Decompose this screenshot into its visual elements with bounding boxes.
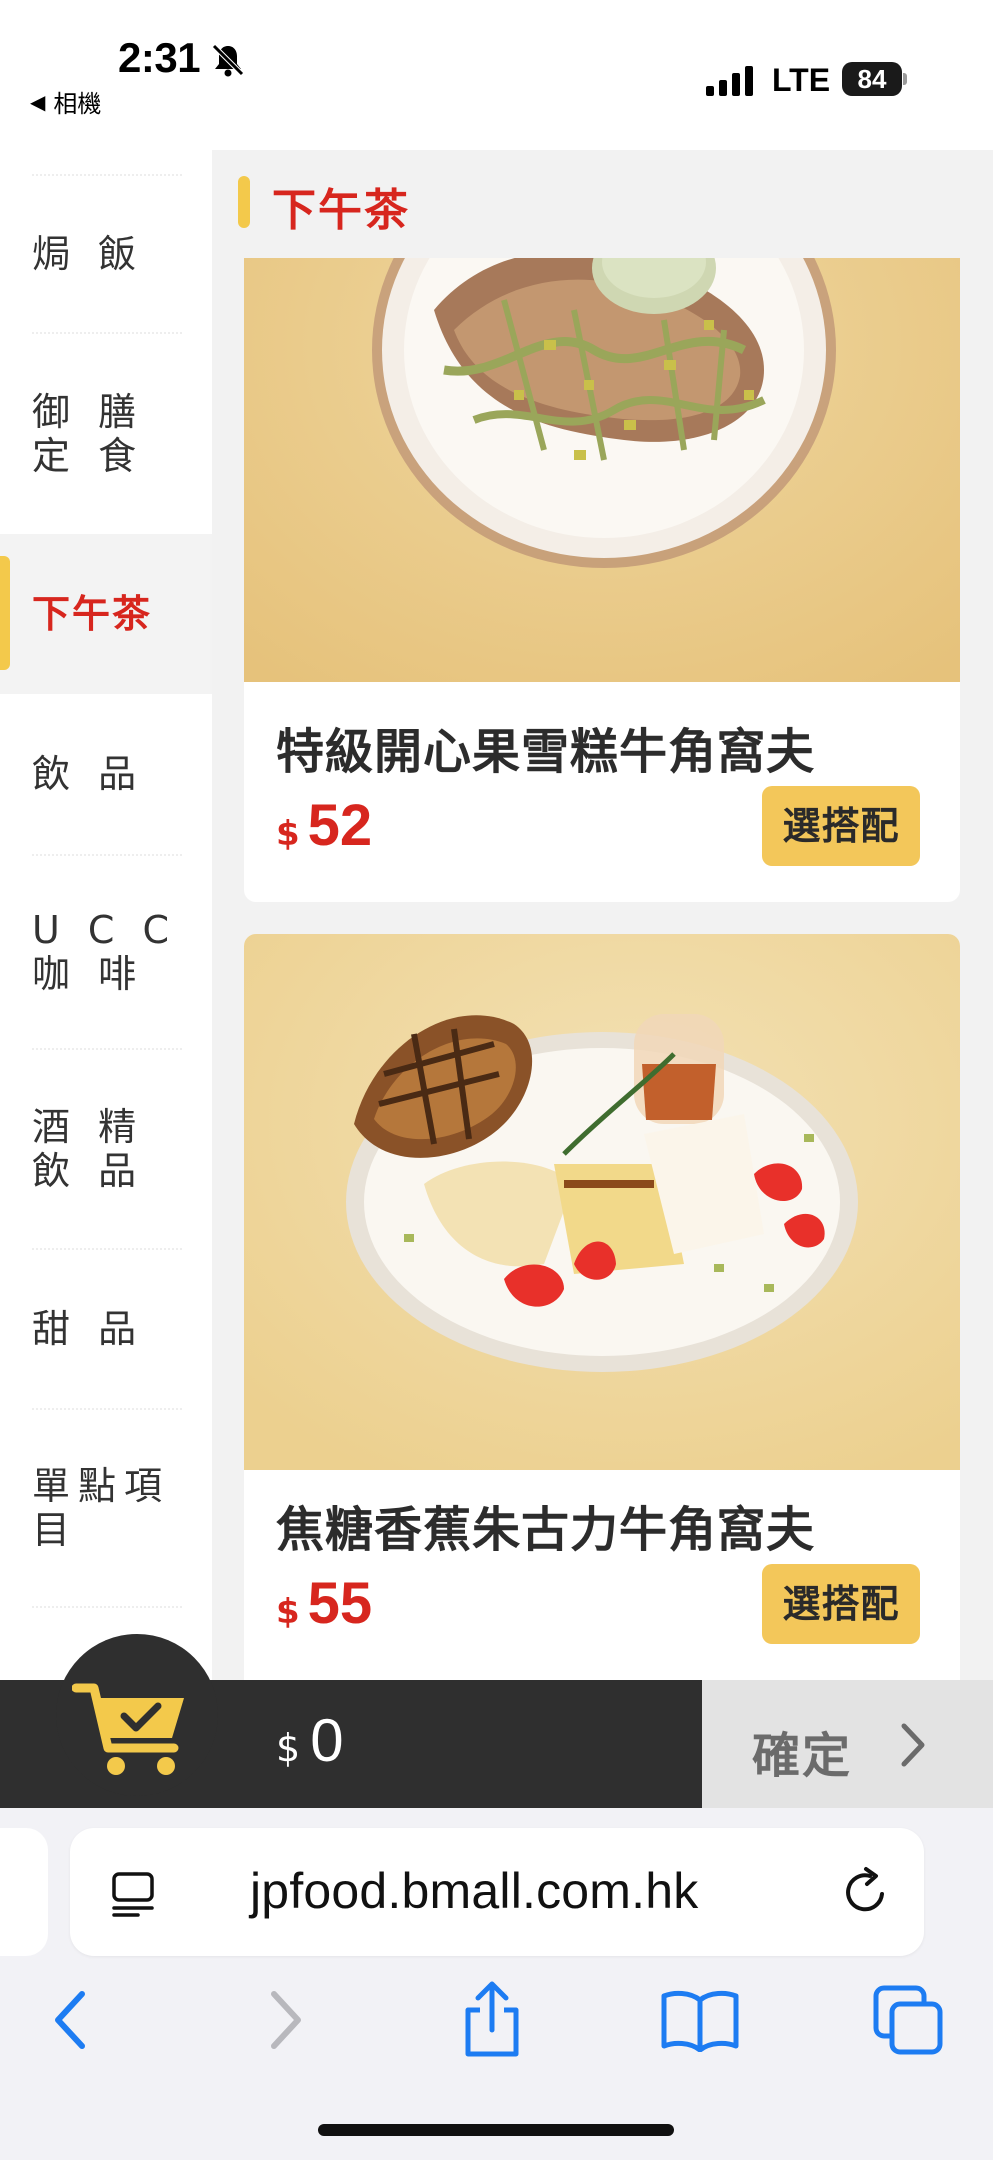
active-indicator (0, 556, 10, 670)
previous-tab-preview[interactable] (0, 1828, 48, 1956)
status-time: 2:31 (118, 34, 201, 81)
sidebar-item-a-la-carte[interactable]: 單點項 目 (0, 1410, 212, 1606)
product-card[interactable]: 特級開心果雪糕牛角窩夫 $ 52 選搭配 (244, 150, 960, 902)
home-indicator[interactable] (318, 2124, 674, 2136)
reload-icon[interactable] (840, 1866, 892, 1918)
sidebar-item-ucc-coffee[interactable]: U C C 咖 啡 (0, 856, 212, 1048)
section-accent-bar (238, 176, 250, 228)
price-currency: $ (276, 814, 300, 854)
price-currency: $ (276, 1592, 300, 1632)
tabs-button[interactable] (868, 1980, 948, 2060)
chevron-right-icon (901, 1723, 925, 1767)
product-name[interactable]: 特級開心果雪糕牛角窩夫 (276, 712, 815, 782)
sidebar-item-baked-rice[interactable]: 焗 飯 (0, 176, 212, 332)
product-card[interactable]: 焦糖香蕉朱古力牛角窩夫 $ 55 選搭配 (244, 934, 960, 1680)
address-bar[interactable]: jpfood.bmall.com.hk (70, 1828, 924, 1956)
sidebar-item-label: 焗 飯 (32, 232, 145, 276)
share-icon (465, 1981, 519, 2057)
sidebar-item-drinks[interactable]: 飲 品 (0, 694, 212, 854)
product-price: $ 55 (276, 1570, 372, 1637)
product-list[interactable]: 下午茶 特級開心果雪糕牛角窩夫 $ 52 選搭配 焦糖香蕉朱古力牛角窩夫 $ 5… (212, 150, 993, 1680)
back-arrow-icon (55, 1991, 85, 2049)
sidebar-item-alcoholic-drinks[interactable]: 酒 精 飲 品 (0, 1050, 212, 1248)
product-name[interactable]: 焦糖香蕉朱古力牛角窩夫 (276, 1490, 815, 1560)
battery-level: 84 (842, 62, 902, 96)
tabs-icon (873, 1985, 943, 2055)
section-title: 下午茶 (272, 185, 410, 236)
forward-button[interactable] (246, 1980, 326, 2060)
battery-cap (903, 73, 907, 85)
sidebar-divider (32, 1606, 182, 1608)
status-bar: 2:31 ◀ 相機 LTE 84 (0, 0, 993, 150)
cart-total-value: 0 (310, 1707, 344, 1774)
bookmarks-icon (661, 1990, 739, 2052)
product-price: $ 52 (276, 792, 372, 859)
browser-nav-row (0, 1980, 993, 2080)
reader-icon[interactable] (108, 1868, 158, 1918)
sidebar-item-label: 御 膳 定 食 (32, 390, 145, 478)
confirm-label: 確定 (752, 1728, 853, 1784)
cart-total-currency: $ (276, 1726, 301, 1770)
signal-icon (706, 66, 753, 96)
back-app-label: 相機 (53, 90, 102, 118)
choose-options-button[interactable]: 選搭配 (762, 1564, 920, 1644)
sidebar-item-label: 下午茶 (32, 592, 153, 636)
sidebar-item-label: 酒 精 飲 品 (32, 1105, 145, 1193)
back-to-app-link[interactable]: ◀ 相機 (30, 84, 101, 119)
section-header: 下午茶 (212, 150, 993, 258)
price-value: 52 (307, 793, 373, 858)
back-button[interactable] (30, 1980, 110, 2060)
silent-mode-icon (212, 44, 244, 77)
sidebar-item-label: 單點項 目 (32, 1464, 171, 1552)
share-button[interactable] (452, 1980, 532, 2060)
bookmarks-button[interactable] (660, 1980, 740, 2060)
sidebar-item-label: 甜 品 (32, 1307, 145, 1351)
forward-arrow-icon (271, 1991, 301, 2049)
sidebar-item-afternoon-tea[interactable]: 下午茶 (0, 534, 212, 694)
category-sidebar: 焗 飯 御 膳 定 食 下午茶 飲 品 U C C 咖 啡 酒 精 飲 品 甜 … (0, 150, 212, 1680)
url-text[interactable]: jpfood.bmall.com.hk (250, 1862, 698, 1920)
confirm-button[interactable]: 確定 (702, 1680, 993, 1808)
cart-total: $ 0 (276, 1706, 344, 1775)
sidebar-item-set-meal[interactable]: 御 膳 定 食 (0, 334, 212, 534)
network-type: LTE (772, 62, 831, 98)
sidebar-item-desserts[interactable]: 甜 品 (0, 1250, 212, 1408)
battery-icon: 84 (842, 62, 907, 96)
banana-croffle-image (244, 934, 960, 1470)
back-triangle-icon: ◀ (30, 89, 46, 114)
choose-options-button[interactable]: 選搭配 (762, 786, 920, 866)
sidebar-item-label: 飲 品 (32, 752, 145, 796)
cart-check-icon[interactable] (72, 1672, 192, 1780)
price-value: 55 (307, 1571, 373, 1636)
sidebar-item-label: U C C 咖 啡 (32, 908, 178, 996)
